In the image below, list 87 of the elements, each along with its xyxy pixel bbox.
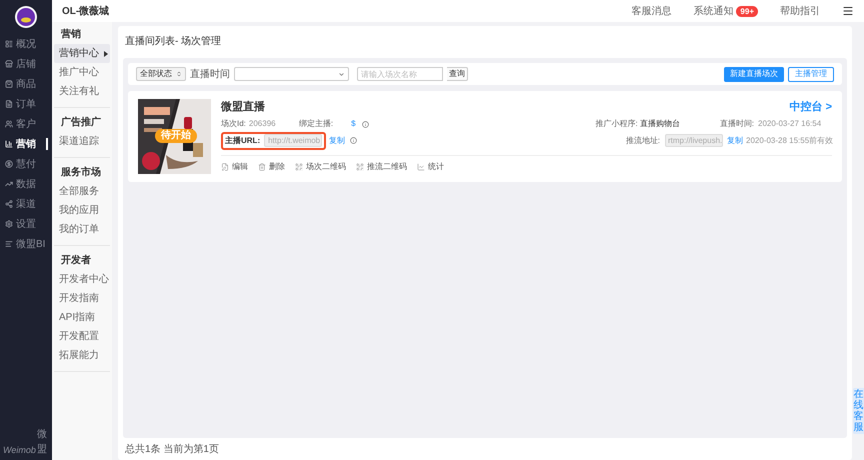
nav-item[interactable]: 设置 <box>0 214 52 234</box>
bag-icon <box>5 80 13 88</box>
action-link[interactable]: 统计 <box>417 160 444 172</box>
qr-code-icon <box>356 162 364 170</box>
sub-nav-item[interactable]: 拓展能力 <box>54 346 110 365</box>
group-title: 营销 <box>60 28 82 42</box>
action-link[interactable]: 删除 <box>258 160 285 172</box>
nav-item[interactable]: 店铺 <box>0 54 52 74</box>
notification-badge: 99+ <box>736 6 758 16</box>
field-label: 推流地址: <box>626 134 660 146</box>
name-search-field[interactable]: 请输入场次名称 <box>357 67 443 81</box>
list-icon <box>5 40 13 48</box>
group-title: 服务市场 <box>60 165 102 180</box>
sub-nav-item[interactable]: 渠道追踪 <box>54 132 110 151</box>
coin-icon <box>5 160 13 168</box>
edit-icon <box>221 162 229 170</box>
nav-item[interactable]: 概况 <box>0 34 52 54</box>
program-value: 直播购物台 <box>640 118 681 130</box>
document-icon <box>5 100 13 108</box>
nav-item[interactable]: 微盟BI <box>0 234 52 254</box>
sub-nav-item[interactable]: 营销中心 <box>54 44 110 63</box>
trash-icon <box>258 162 266 170</box>
field-label: 绑定主播: <box>298 118 334 130</box>
copy-link[interactable]: 复制 <box>727 134 743 146</box>
users-icon <box>5 120 13 128</box>
nav-item[interactable]: 慧付 <box>0 154 52 174</box>
header-link[interactable]: 帮助指引 <box>780 4 820 18</box>
breadcrumb: 直播间列表- 场次管理 <box>124 34 222 49</box>
field-label: 推广小程序: <box>596 118 638 130</box>
share-icon <box>5 200 13 208</box>
sub-nav-item[interactable]: 开发指南 <box>54 289 110 308</box>
session-title: 微盟直播 <box>221 100 265 115</box>
line-chart-icon <box>417 162 425 170</box>
group-title: 广告推广 <box>60 115 102 130</box>
nav-item[interactable]: 数据 <box>0 174 52 194</box>
menu-icon[interactable] <box>842 5 854 17</box>
header-link[interactable]: 系统通知 99+ <box>693 4 758 18</box>
sub-nav-item[interactable]: 我的应用 <box>54 201 110 220</box>
nav-item[interactable]: 营销 <box>0 134 52 154</box>
info-icon <box>350 137 358 144</box>
nav-item[interactable]: 渠道 <box>0 194 52 214</box>
field-label: 场次Id: <box>221 118 246 130</box>
pagination-text: 总共1条 当前为第1页 <box>125 442 219 456</box>
app-title: OL-微薇城 <box>62 4 110 18</box>
info-icon <box>362 120 369 128</box>
header-link[interactable]: 客服消息 <box>631 4 672 18</box>
sub-nav-item[interactable]: 我的订单 <box>54 220 110 239</box>
brand-logo-suffix: 微盟 <box>36 428 48 457</box>
caret-icon <box>104 50 108 56</box>
nav-item[interactable]: 商品 <box>0 74 52 94</box>
field-label: 主播URL: <box>225 134 260 146</box>
anchor-value[interactable]: $ <box>351 118 356 130</box>
selected-indicator <box>46 138 48 150</box>
field-label: 直播时间: <box>720 118 754 130</box>
anchor-manage-button[interactable]: 主播管理 <box>788 66 834 82</box>
sub-nav-item[interactable]: API指南 <box>54 308 110 327</box>
search-button[interactable]: 查询 <box>447 67 468 81</box>
online-service-tab[interactable]: 在线客服 <box>853 388 864 434</box>
brand-logo-text: Weimob <box>3 444 36 456</box>
settings-icon <box>5 220 13 228</box>
copy-link[interactable]: 复制 <box>329 134 346 146</box>
create-session-button[interactable]: 新建直播场次 <box>724 66 784 82</box>
group-title: 开发者 <box>60 254 92 268</box>
qr-code-icon <box>295 162 303 170</box>
nav-item[interactable]: 客户 <box>0 114 52 134</box>
sub-nav-item[interactable]: 关注有礼 <box>54 82 110 101</box>
action-link[interactable]: 推流二维码 <box>356 160 407 172</box>
time-label: 直播时间 <box>190 68 230 82</box>
action-link[interactable]: 编辑 <box>221 160 248 172</box>
logo-icon <box>15 6 37 28</box>
sub-nav-item[interactable]: 全部服务 <box>54 182 110 201</box>
live-time: 2020-03-27 16:54 <box>758 118 822 130</box>
trend-icon <box>5 180 13 188</box>
sub-nav-item[interactable]: 开发者中心 <box>54 270 110 289</box>
bar-chart-icon <box>5 140 13 148</box>
sub-nav-item[interactable]: 开发配置 <box>54 327 110 346</box>
status-select[interactable]: 全部状态 <box>136 67 186 81</box>
console-link[interactable]: 中控台 > <box>790 99 832 116</box>
expiry-text: 2020-03-28 15:55前有效 <box>746 134 832 146</box>
session-id: 206396 <box>248 118 277 130</box>
lines-icon <box>5 240 13 248</box>
sub-nav-item[interactable]: 推广中心 <box>54 63 110 82</box>
action-link[interactable]: 场次二维码 <box>295 160 346 172</box>
store-icon <box>5 60 13 68</box>
dropdown-icon <box>338 70 345 78</box>
status-badge: 待开始 <box>155 129 197 143</box>
nav-item[interactable]: 订单 <box>0 94 52 114</box>
